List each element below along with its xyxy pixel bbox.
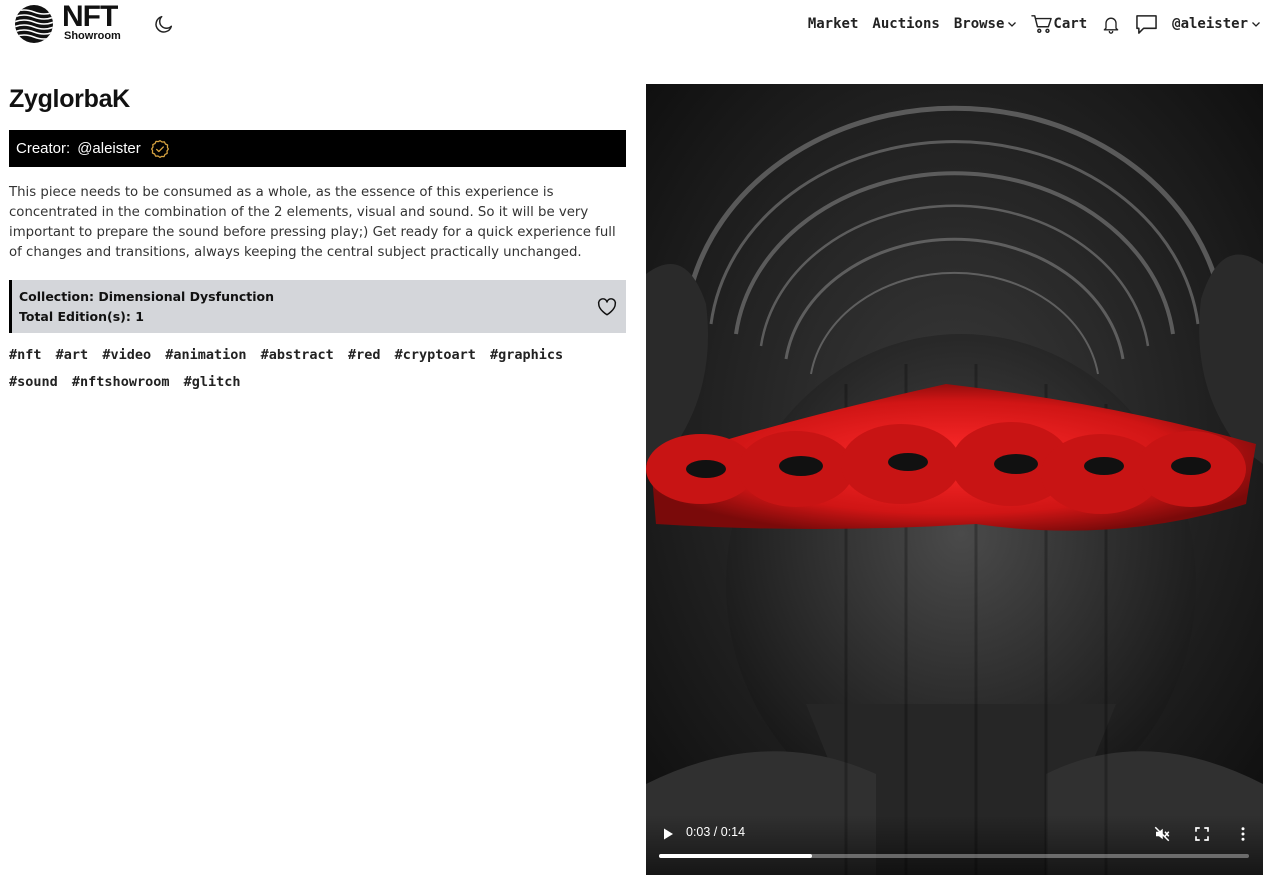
user-menu[interactable]: @aleister xyxy=(1172,16,1261,32)
tag-link[interactable]: #glitch xyxy=(184,369,241,396)
muted-speaker-icon[interactable] xyxy=(1153,825,1171,843)
heart-icon[interactable] xyxy=(596,296,618,318)
video-progress-bar[interactable] xyxy=(659,854,1249,858)
verified-badge-icon xyxy=(150,139,169,158)
tag-link[interactable]: #animation xyxy=(165,342,246,369)
tag-link[interactable]: #sound xyxy=(9,369,58,396)
tag-link[interactable]: #graphics xyxy=(490,342,563,369)
nav-browse-label: Browse xyxy=(953,16,1005,32)
artwork-description: This piece needs to be consumed as a who… xyxy=(9,185,616,260)
moon-icon[interactable] xyxy=(153,13,175,35)
video-controls: 0:03 / 0:14 xyxy=(646,815,1263,875)
creator-label: Creator: xyxy=(16,140,71,157)
artwork-video-frame xyxy=(646,84,1263,875)
nav-market[interactable]: Market xyxy=(808,16,859,32)
nav-cart-label: Cart xyxy=(1053,16,1088,32)
artwork-title: ZyglorbaK xyxy=(9,85,130,113)
top-header: NFT Showroom Market Auctions Browse Cart xyxy=(0,0,1269,48)
tag-link[interactable]: #cryptoart xyxy=(395,342,476,369)
video-player[interactable]: 0:03 / 0:14 xyxy=(646,84,1263,875)
tag-link[interactable]: #nft xyxy=(9,342,42,369)
tag-list: #nft #art #video #animation #abstract #r… xyxy=(9,342,629,396)
collection-name[interactable]: Collection: Dimensional Dysfunction xyxy=(19,287,626,307)
nav-cart[interactable]: Cart xyxy=(1031,14,1087,34)
tag-link[interactable]: #abstract xyxy=(261,342,334,369)
video-progress-fill xyxy=(659,854,813,858)
logo-text: NFT xyxy=(62,0,118,33)
cart-icon xyxy=(1031,15,1053,33)
play-icon[interactable] xyxy=(660,826,676,842)
tag-link[interactable]: #art xyxy=(56,342,89,369)
edition-count: Total Edition(s): 1 xyxy=(19,309,144,324)
creator-bar: Creator: @aleister xyxy=(9,130,626,167)
logo-subtext: Showroom xyxy=(64,30,121,42)
notifications-button[interactable] xyxy=(1101,14,1121,34)
chat-bubble-icon xyxy=(1136,14,1157,34)
main-nav: Market Auctions Browse Cart @aleister xyxy=(808,10,1261,38)
nav-auctions[interactable]: Auctions xyxy=(872,16,939,32)
user-menu-label: @aleister xyxy=(1172,16,1248,32)
collection-info: Collection: Dimensional Dysfunction Tota… xyxy=(9,280,626,333)
tag-link[interactable]: #red xyxy=(348,342,381,369)
video-time: 0:03 / 0:14 xyxy=(686,825,746,839)
bell-icon xyxy=(1103,17,1119,34)
chevron-down-icon xyxy=(1252,22,1260,27)
tag-link[interactable]: #video xyxy=(102,342,151,369)
tag-link[interactable]: #nftshowroom xyxy=(72,369,170,396)
creator-link[interactable]: @aleister xyxy=(77,140,141,157)
fullscreen-icon[interactable] xyxy=(1193,825,1211,843)
messages-button[interactable] xyxy=(1135,14,1158,35)
more-options-icon[interactable] xyxy=(1234,825,1252,843)
chevron-down-icon xyxy=(1008,22,1017,27)
site-logo[interactable]: NFT Showroom xyxy=(14,0,129,45)
nav-browse[interactable]: Browse xyxy=(954,16,1018,32)
globe-logo-icon xyxy=(15,5,53,43)
